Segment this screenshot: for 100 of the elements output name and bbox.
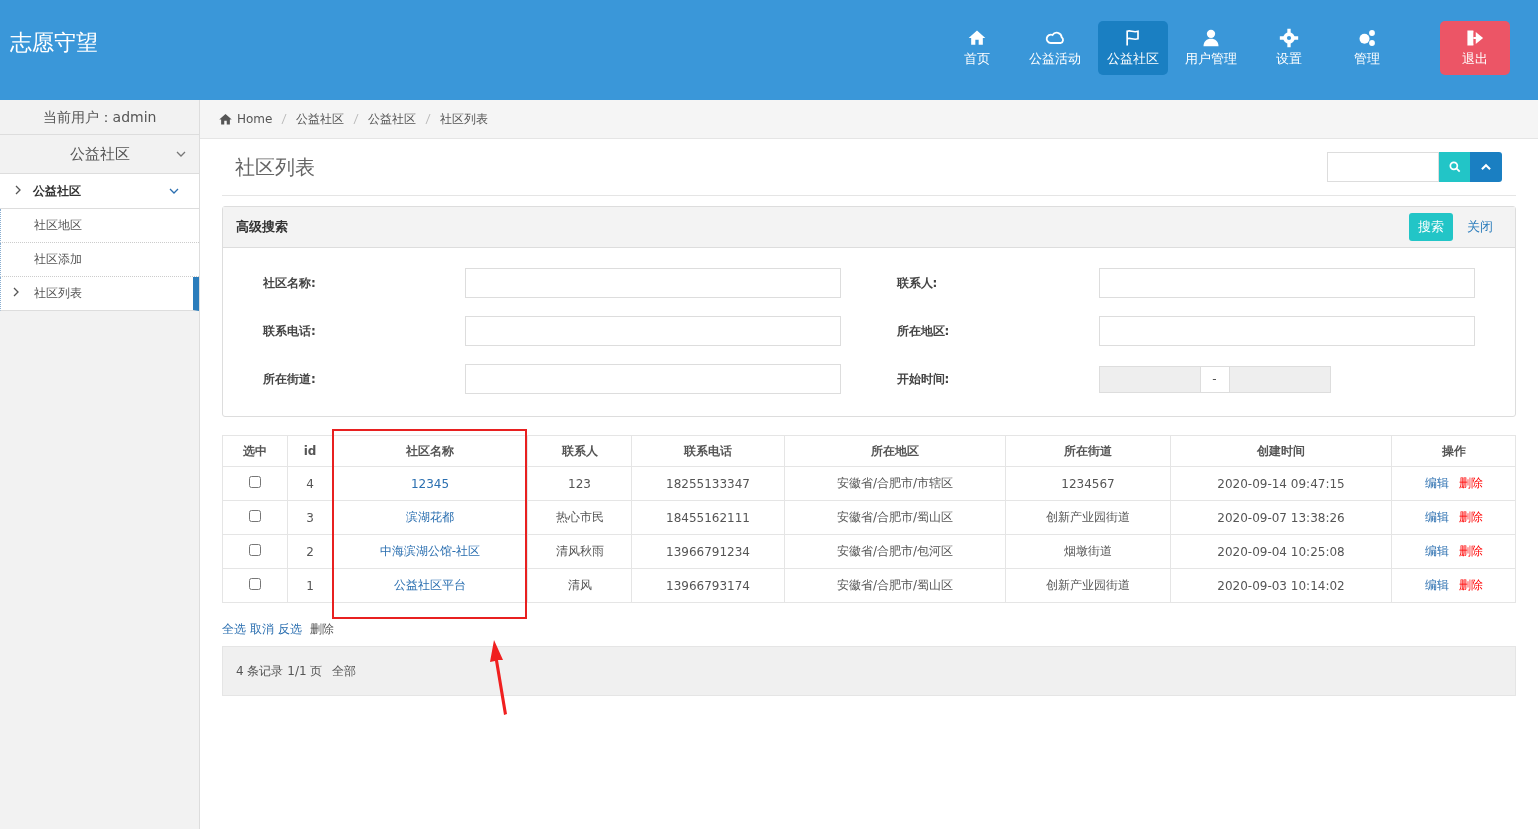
table-cell: 18255133347 [631,466,785,501]
table-cell: 13966793174 [631,568,785,603]
table-cell: 创新产业园街道 [1005,568,1171,603]
breadcrumb-separator-icon [281,113,288,125]
start-date-field[interactable] [1098,365,1201,393]
record-summary: 4 条记录 1/1 页 [236,662,323,680]
table-cell: 2020-09-03 10:14:02 [1170,568,1392,603]
nav-item[interactable]: 退出 [1440,21,1510,75]
bulk-action-link[interactable]: 反选 [278,621,302,638]
page-title: 社区列表 [235,153,315,181]
settings-icon [1279,28,1299,48]
chevron-right-icon [13,287,19,297]
search-icon [1447,160,1462,174]
column-header: id [287,435,333,467]
end-date-field[interactable] [1228,365,1331,393]
range-separator: - [1200,365,1229,393]
home-icon [967,28,987,48]
table-cell: 创新产业园街道 [1005,500,1171,535]
delete-link[interactable]: 删除 [1458,544,1483,558]
field-label: 开始时间: [896,370,951,388]
nav-item[interactable]: 管理 [1332,21,1402,75]
nav-item[interactable]: 公益活动 [1020,21,1090,75]
breadcrumb-separator-icon [425,113,432,125]
table-cell: 2020-09-07 13:38:26 [1170,500,1392,535]
edit-link[interactable]: 编辑 [1424,544,1449,558]
chevron-right-icon [15,185,21,195]
column-header: 所在街道 [1005,435,1171,467]
column-header: 所在地区 [784,435,1006,467]
table-cell: 热心市民 [527,500,632,535]
edit-link[interactable]: 编辑 [1424,578,1449,592]
input-field[interactable] [1098,268,1475,298]
close-link[interactable]: 关闭 [1467,218,1493,236]
table-cell: 安徽省/合肥市/蜀山区 [784,568,1006,603]
table-cell: 13966791234 [631,534,785,569]
community-link[interactable]: 12345 [332,466,528,501]
table-cell: 烟墩街道 [1005,534,1171,569]
row-checkbox[interactable] [249,476,261,488]
tree-item-label: 社区列表 [34,285,82,302]
logout-icon [1465,28,1485,48]
input-field[interactable] [465,364,841,394]
table-cell: 清风秋雨 [527,534,632,569]
chevron-down-icon [169,188,179,194]
column-header: 创建时间 [1170,435,1392,467]
edit-link[interactable]: 编辑 [1424,510,1449,524]
tree-item-label: 社区地区 [34,217,82,234]
page-link[interactable]: 全部 [332,662,357,680]
table-cell: 18455162111 [631,500,785,535]
breadcrumb-link[interactable]: 社区列表 [440,110,489,128]
breadcrumb-link[interactable]: 公益社区 [368,110,417,128]
tree-item[interactable]: 社区地区 [0,209,199,243]
chevron-down-icon [176,151,186,157]
delete-link[interactable]: 删除 [1458,476,1483,490]
user-icon [1201,28,1221,48]
table-cell: 123 [527,466,632,501]
table-cell: 安徽省/合肥市/蜀山区 [784,500,1006,535]
field-label: 联系人: [896,274,939,292]
current-user: 当前用户：admin [0,100,199,135]
collapse-button[interactable] [1470,152,1502,182]
breadcrumb-link[interactable]: Home [237,112,273,126]
app-title: 志愿守望 [10,29,98,57]
delete-link[interactable]: 删除 [1458,510,1483,524]
tree-item[interactable]: 公益社区 [0,174,199,209]
field-label: 联系电话: [263,322,317,340]
row-checkbox[interactable] [249,578,261,590]
table-cell: 安徽省/合肥市/包河区 [784,534,1006,569]
edit-link[interactable]: 编辑 [1424,476,1449,490]
column-header: 操作 [1391,435,1516,467]
bulk-action-link[interactable]: 全选 [222,621,246,638]
column-header: 联系人 [527,435,632,467]
field-label: 社区名称: [263,274,317,292]
column-header: 选中 [222,435,288,467]
input-field[interactable] [465,316,841,346]
input-field[interactable] [1098,316,1475,346]
nav-item[interactable]: 用户管理 [1176,21,1246,75]
community-link[interactable]: 公益社区平台 [332,568,528,603]
field-label: 所在街道: [263,370,317,388]
community-link[interactable]: 滨湖花都 [332,500,528,535]
search-field[interactable] [1327,152,1439,182]
search-button[interactable] [1439,152,1470,182]
field-label: 所在地区: [896,322,951,340]
tree-item[interactable]: 社区列表 [0,277,199,311]
table-cell: 2020-09-14 09:47:15 [1170,466,1392,501]
table-cell: 清风 [527,568,632,603]
breadcrumb-link[interactable]: 公益社区 [296,110,345,128]
tree-item[interactable]: 社区添加 [0,243,199,277]
home-icon [218,111,233,127]
nav-item[interactable]: 首页 [942,21,1012,75]
row-checkbox[interactable] [249,510,261,522]
delete-link[interactable]: 删除 [1458,578,1483,592]
nav-item[interactable]: 公益社区 [1098,21,1168,75]
row-checkbox[interactable] [249,544,261,556]
bulk-action-link[interactable]: 删除 [310,621,334,638]
community-link[interactable]: 中海滨湖公馆-社区 [332,534,528,569]
nav-item[interactable]: 设置 [1254,21,1324,75]
bulk-action-link[interactable]: 取消 [250,621,274,638]
input-field[interactable] [465,268,841,298]
breadcrumb-separator-icon [353,113,360,125]
table-cell: 安徽省/合肥市/市辖区 [784,466,1006,501]
column-header: 社区名称 [332,435,528,467]
column-header: 联系电话 [631,435,785,467]
